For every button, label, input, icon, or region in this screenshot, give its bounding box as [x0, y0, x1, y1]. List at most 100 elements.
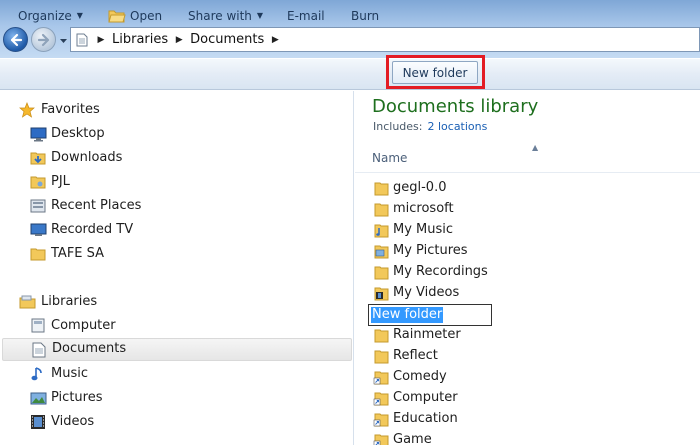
nav-item-downloads[interactable]: Downloads: [0, 147, 352, 170]
email-button[interactable]: E-mail: [287, 0, 325, 31]
command-bar: [0, 59, 700, 90]
list-item[interactable]: Reflect: [369, 346, 700, 367]
item-name: My Music: [393, 222, 454, 237]
nav-item-label: Music: [51, 366, 88, 381]
documents-icon: [30, 341, 48, 359]
sort-ascending-icon: ▲: [532, 143, 539, 152]
nav-item-pjl[interactable]: PJL: [0, 171, 352, 194]
folder-icon: [29, 173, 47, 191]
chevron-down-icon: ▼: [256, 11, 264, 20]
nav-item-label: Recorded TV: [51, 222, 134, 237]
rename-input[interactable]: New folder: [368, 304, 492, 326]
item-name: Comedy: [393, 369, 447, 384]
favorites-label: Favorites: [41, 102, 100, 117]
nav-item-label: Documents: [52, 341, 127, 356]
list-item[interactable]: My Music: [369, 220, 700, 241]
recent-places-icon: [29, 197, 47, 215]
back-arrow-icon: [10, 33, 22, 46]
nav-favorites-header[interactable]: Favorites: [0, 99, 352, 122]
shortcut-folder-icon: [373, 434, 389, 445]
item-name: gegl-0.0: [393, 180, 447, 195]
nav-item-documents[interactable]: Documents: [2, 338, 352, 361]
folder-icon: [374, 203, 389, 217]
item-name: My Pictures: [393, 243, 468, 258]
nav-item-pictures[interactable]: Pictures: [0, 387, 352, 410]
nav-item-label: Recent Places: [51, 198, 142, 213]
list-item[interactable]: Education: [369, 409, 700, 430]
list-item[interactable]: My Pictures: [369, 241, 700, 262]
item-name: My Videos: [393, 285, 460, 300]
forward-arrow-icon: [37, 33, 49, 46]
breadcrumb-libraries[interactable]: Libraries: [109, 32, 171, 47]
videos-folder-icon: [374, 287, 389, 301]
open-button[interactable]: Open: [108, 0, 162, 31]
chevron-down-icon: ▼: [76, 11, 83, 20]
star-icon: [18, 101, 36, 119]
organize-button[interactable]: Organize ▼: [18, 0, 83, 31]
email-label: E-mail: [287, 8, 325, 23]
nav-item-recorded-tv[interactable]: Recorded TV: [0, 219, 352, 242]
item-name: Computer: [393, 390, 458, 405]
list-item[interactable]: gegl-0.0: [369, 178, 700, 199]
burn-button[interactable]: Burn: [351, 0, 379, 31]
nav-item-computer[interactable]: Computer: [0, 315, 352, 338]
highlight-box: [386, 55, 485, 89]
libraries-label: Libraries: [41, 294, 98, 309]
document-icon: [71, 28, 93, 51]
list-item[interactable]: My Recordings: [369, 262, 700, 283]
nav-libraries-header[interactable]: Libraries: [0, 291, 352, 314]
list-item[interactable]: My Videos: [369, 283, 700, 304]
nav-item-desktop[interactable]: Desktop: [0, 123, 352, 146]
navigation-pane: Favorites Desktop Downloads PJL Recent P…: [0, 91, 354, 445]
share-with-label: Share with: [188, 8, 252, 23]
folder-icon: [374, 350, 389, 364]
item-name: Rainmeter: [393, 327, 461, 342]
nav-item-music[interactable]: Music: [0, 363, 352, 386]
includes-line: Includes: 2 locations: [373, 120, 487, 133]
nav-item-label: Videos: [51, 414, 95, 429]
nav-item-label: Downloads: [51, 150, 123, 165]
list-item[interactable]: Comedy: [369, 367, 700, 388]
share-with-button[interactable]: Share with ▼: [188, 0, 263, 31]
list-item[interactable]: Game: [369, 430, 700, 445]
rename-selected-text: New folder: [371, 307, 444, 323]
folder-icon: [374, 266, 389, 280]
item-name: My Recordings: [393, 264, 488, 279]
desktop-icon: [29, 125, 47, 143]
list-item[interactable]: microsoft: [369, 199, 700, 220]
list-item[interactable]: Rainmeter: [369, 325, 700, 346]
folder-open-icon: [108, 10, 126, 22]
nav-item-label: Desktop: [51, 126, 105, 141]
shortcut-folder-icon: [373, 392, 389, 406]
downloads-folder-icon: [29, 149, 47, 167]
file-list-pane: Documents library Includes: 2 locations ▲…: [355, 91, 700, 445]
item-name: Education: [393, 411, 458, 426]
recorded-tv-icon: [29, 221, 47, 239]
nav-item-tafe-sa[interactable]: TAFE SA: [0, 243, 352, 266]
item-name: microsoft: [393, 201, 454, 216]
list-item[interactable]: Computer: [369, 388, 700, 409]
locations-link[interactable]: 2 locations: [427, 120, 487, 133]
folder-icon: [29, 245, 47, 263]
libraries-icon: [18, 293, 36, 311]
column-header-row: ▲ Name: [355, 143, 700, 173]
nav-item-label: TAFE SA: [51, 246, 105, 261]
recent-pages-dropdown-icon[interactable]: [59, 36, 68, 45]
nav-item-label: Pictures: [51, 390, 103, 405]
breadcrumb-separator-icon[interactable]: ▶: [171, 35, 187, 45]
computer-icon: [29, 317, 47, 335]
item-name: Game: [393, 432, 432, 445]
burn-label: Burn: [351, 8, 380, 23]
name-column-header[interactable]: Name: [372, 151, 407, 165]
pictures-icon: [29, 389, 47, 407]
folder-icon: [374, 182, 389, 196]
breadcrumb-documents[interactable]: Documents: [187, 32, 267, 47]
nav-item-videos[interactable]: Videos: [0, 411, 352, 434]
address-bar[interactable]: ▶ Libraries ▶ Documents ▶: [70, 27, 700, 52]
nav-item-label: PJL: [51, 174, 70, 189]
nav-item-recent-places[interactable]: Recent Places: [0, 195, 352, 218]
music-icon: [29, 365, 47, 383]
shortcut-folder-icon: [373, 371, 389, 385]
breadcrumb-separator-icon[interactable]: ▶: [267, 35, 283, 45]
breadcrumb-separator-icon[interactable]: ▶: [93, 35, 109, 45]
